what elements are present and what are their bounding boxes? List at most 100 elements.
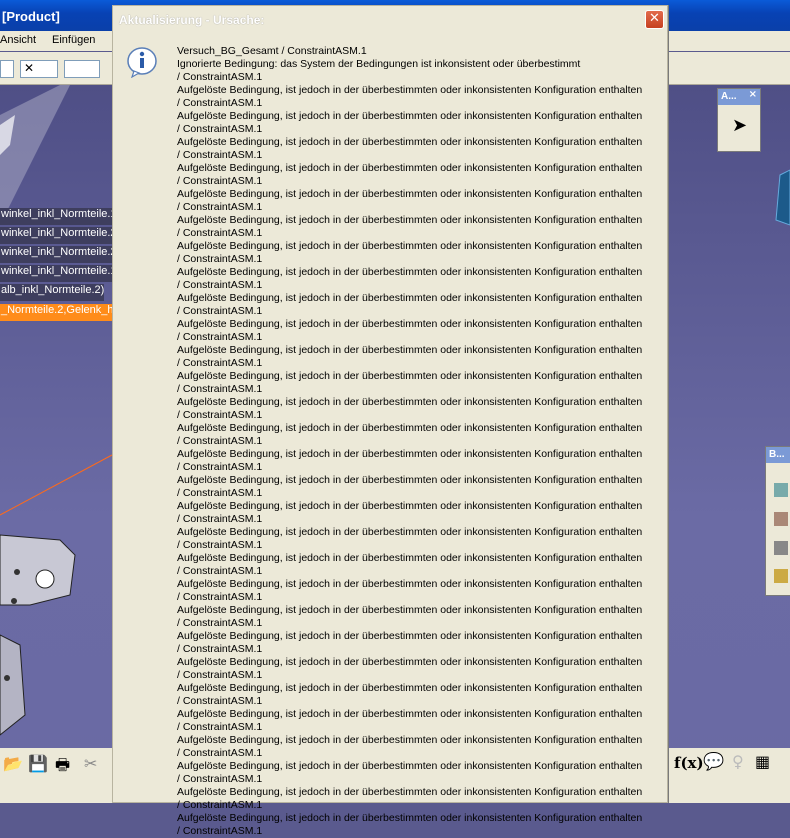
tool-icon-2[interactable] — [774, 512, 788, 526]
comment-icon[interactable]: 💬 — [703, 752, 724, 772]
message-line: / ConstraintASM.1 — [177, 825, 263, 837]
message-line: / ConstraintASM.1 — [177, 175, 263, 187]
select-arrow-icon[interactable]: ➤ — [732, 115, 747, 136]
menu-item-einfuegen[interactable]: Einfügen — [52, 34, 95, 46]
close-icon[interactable]: × — [749, 89, 757, 100]
message-line: / ConstraintASM.1 — [177, 253, 263, 265]
message-line: / ConstraintASM.1 — [177, 487, 263, 499]
constraint-line — [0, 454, 113, 516]
message-line: Aufgelöste Bedingung, ist jedoch in der … — [177, 136, 643, 148]
message-line: Aufgelöste Bedingung, ist jedoch in der … — [177, 162, 643, 174]
message-line: Aufgelöste Bedingung, ist jedoch in der … — [177, 578, 643, 590]
message-line: Aufgelöste Bedingung, ist jedoch in der … — [177, 292, 643, 304]
part-bracket — [0, 534, 76, 606]
print-icon[interactable]: 🖶 — [55, 754, 70, 781]
toolbar-b-title: B... — [766, 447, 790, 463]
cut-icon[interactable]: ✂ — [84, 754, 97, 773]
tree-item[interactable]: winkel_inkl_Normteile.1) — [0, 208, 121, 225]
message-line: Aufgelöste Bedingung, ist jedoch in der … — [177, 422, 643, 434]
message-line: / ConstraintASM.1 — [177, 799, 263, 811]
message-line: Aufgelöste Bedingung, ist jedoch in der … — [177, 266, 643, 278]
message-line: Aufgelöste Bedingung, ist jedoch in der … — [177, 552, 643, 564]
message-line: Aufgelöste Bedingung, ist jedoch in der … — [177, 786, 643, 798]
dialog-title: Aktualisierung - Ursache: — [119, 13, 265, 27]
message-line: / ConstraintASM.1 — [177, 149, 263, 161]
message-line: Aufgelöste Bedingung, ist jedoch in der … — [177, 656, 643, 668]
close-mode-dropdown[interactable]: ✕ — [20, 60, 58, 78]
part-block — [0, 634, 26, 736]
message-line: / ConstraintASM.1 — [177, 201, 263, 213]
message-line: / ConstraintASM.1 — [177, 71, 263, 83]
message-line: / ConstraintASM.1 — [177, 435, 263, 447]
menu-item-ansicht[interactable]: Ansicht — [0, 34, 36, 46]
table-icon[interactable]: ▦ — [755, 752, 770, 771]
message-line: Aufgelöste Bedingung, ist jedoch in der … — [177, 500, 643, 512]
message-line: Aufgelöste Bedingung, ist jedoch in der … — [177, 396, 643, 408]
message-line: Ignorierte Bedingung: das System der Bed… — [177, 58, 581, 70]
message-line: / ConstraintASM.1 — [177, 643, 263, 655]
lightbulb-icon[interactable]: ♀ — [732, 752, 744, 771]
dialog-title-bar[interactable]: Aktualisierung - Ursache: ✕ — [113, 6, 667, 34]
message-line: Aufgelöste Bedingung, ist jedoch in der … — [177, 760, 643, 772]
message-line: / ConstraintASM.1 — [177, 461, 263, 473]
x-icon: ✕ — [24, 61, 35, 75]
message-line: / ConstraintASM.1 — [177, 279, 263, 291]
message-line: / ConstraintASM.1 — [177, 721, 263, 733]
message-line: Aufgelöste Bedingung, ist jedoch in der … — [177, 448, 643, 460]
part-right — [775, 169, 790, 226]
message-line: Aufgelöste Bedingung, ist jedoch in der … — [177, 708, 643, 720]
formula-icon[interactable]: f(x) — [674, 754, 704, 772]
message-line: / ConstraintASM.1 — [177, 513, 263, 525]
message-text: Versuch_BG_Gesamt / ConstraintASM.1 Igno… — [177, 45, 667, 838]
bracket-hole — [35, 569, 55, 589]
message-line: / ConstraintASM.1 — [177, 227, 263, 239]
tree-item[interactable]: alb_inkl_Normteile.2) — [0, 284, 105, 301]
message-line: / ConstraintASM.1 — [177, 539, 263, 551]
message-line: / ConstraintASM.1 — [177, 669, 263, 681]
layer-dropdown[interactable] — [64, 60, 100, 78]
dropdown-left[interactable] — [0, 60, 14, 78]
message-line: Aufgelöste Bedingung, ist jedoch in der … — [177, 84, 643, 96]
message-line: / ConstraintASM.1 — [177, 773, 263, 785]
message-line: Aufgelöste Bedingung, ist jedoch in der … — [177, 110, 643, 122]
tree-item[interactable]: winkel_inkl_Normteile.1) — [0, 265, 121, 282]
message-line: Aufgelöste Bedingung, ist jedoch in der … — [177, 370, 643, 382]
tool-icon-1[interactable] — [774, 483, 788, 497]
message-line: Aufgelöste Bedingung, ist jedoch in der … — [177, 734, 643, 746]
message-line: / ConstraintASM.1 — [177, 591, 263, 603]
save-icon[interactable]: 💾 — [28, 754, 48, 773]
tool-icon-3[interactable] — [774, 541, 788, 555]
part-shape-top — [0, 85, 70, 225]
message-line: / ConstraintASM.1 — [177, 565, 263, 577]
message-line: Aufgelöste Bedingung, ist jedoch in der … — [177, 344, 643, 356]
message-line: / ConstraintASM.1 — [177, 409, 263, 421]
tree-item[interactable]: winkel_inkl_Normteile.2) — [0, 246, 121, 263]
message-line: / ConstraintASM.1 — [177, 695, 263, 707]
close-button[interactable]: ✕ — [645, 10, 664, 29]
open-folder-icon[interactable]: 📂 — [3, 754, 23, 773]
message-line: / ConstraintASM.1 — [177, 331, 263, 343]
message-line: Aufgelöste Bedingung, ist jedoch in der … — [177, 240, 643, 252]
tool-icon-4[interactable] — [774, 569, 788, 583]
tree-item[interactable]: winkel_inkl_Normteile.2) — [0, 227, 121, 244]
message-line: / ConstraintASM.1 — [177, 123, 263, 135]
toolbar-a[interactable]: A... × ➤ — [717, 88, 761, 152]
bolt-1 — [14, 569, 20, 575]
message-line: / ConstraintASM.1 — [177, 357, 263, 369]
message-line: Aufgelöste Bedingung, ist jedoch in der … — [177, 812, 643, 824]
message-line: Aufgelöste Bedingung, ist jedoch in der … — [177, 682, 643, 694]
message-line: / ConstraintASM.1 — [177, 617, 263, 629]
bolt-3 — [4, 675, 10, 681]
message-line: Aufgelöste Bedingung, ist jedoch in der … — [177, 188, 643, 200]
message-line: Aufgelöste Bedingung, ist jedoch in der … — [177, 526, 643, 538]
message-line: Aufgelöste Bedingung, ist jedoch in der … — [177, 604, 643, 616]
message-line: Aufgelöste Bedingung, ist jedoch in der … — [177, 214, 643, 226]
message-line: / ConstraintASM.1 — [177, 305, 263, 317]
message-line: Aufgelöste Bedingung, ist jedoch in der … — [177, 318, 643, 330]
message-line: / ConstraintASM.1 — [177, 97, 263, 109]
message-line: Aufgelöste Bedingung, ist jedoch in der … — [177, 630, 643, 642]
tree-item-selected[interactable]: _Normteile.2,Gelenk_ha — [0, 304, 120, 321]
toolbar-b[interactable]: B... — [765, 446, 790, 596]
message-line: / ConstraintASM.1 — [177, 383, 263, 395]
message-line: / ConstraintASM.1 — [177, 747, 263, 759]
